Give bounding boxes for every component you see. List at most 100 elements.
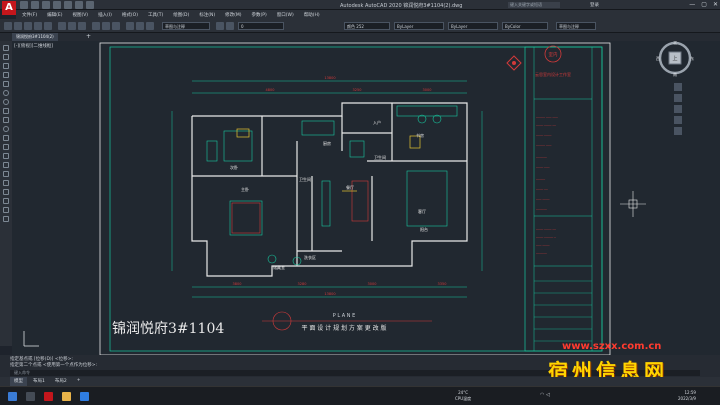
undo-icon[interactable]: [75, 1, 83, 9]
menu-view[interactable]: 视图(V): [72, 12, 88, 18]
workspace-switch-select[interactable]: 草图与注释: [556, 22, 596, 30]
gradient-icon[interactable]: [3, 180, 9, 186]
orbit-icon[interactable]: [674, 116, 682, 124]
menu-format[interactable]: 格式(O): [122, 12, 138, 18]
system-clock[interactable]: 12:59 2022/3/9: [678, 390, 696, 402]
plot-icon[interactable]: [64, 1, 72, 9]
redo-icon[interactable]: [86, 1, 94, 9]
region-icon[interactable]: [3, 189, 9, 195]
tab-layout1[interactable]: 布局1: [29, 377, 49, 386]
layer-properties-icon[interactable]: [216, 22, 224, 30]
layer-select[interactable]: 0: [238, 22, 284, 30]
redo-icon[interactable]: [112, 22, 120, 30]
showmotion-icon[interactable]: [674, 127, 682, 135]
svg-text:──────: ──────: [535, 252, 547, 256]
preview-icon[interactable]: [44, 22, 52, 30]
viewcube-top[interactable]: 上: [672, 55, 677, 62]
ellipse-icon[interactable]: [3, 126, 9, 132]
viewcube-west[interactable]: 西: [656, 56, 660, 61]
arc-icon[interactable]: [3, 90, 9, 96]
volume-icon[interactable]: ◁: [546, 392, 550, 398]
construction-line-icon[interactable]: [3, 54, 9, 60]
tab-layout2[interactable]: 布局2: [51, 377, 71, 386]
make-block-icon[interactable]: [3, 153, 9, 159]
workspace-select[interactable]: 草图与注释: [162, 22, 210, 30]
add-layout-button[interactable]: +: [73, 377, 85, 386]
copy-icon[interactable]: [68, 22, 76, 30]
zoom-extents-icon[interactable]: [674, 105, 682, 113]
menu-window[interactable]: 窗口(W): [277, 12, 294, 18]
undo-icon[interactable]: [102, 22, 110, 30]
menu-modify[interactable]: 修改(M): [225, 12, 241, 18]
rectangle-icon[interactable]: [3, 81, 9, 87]
full-navigation-wheel-icon[interactable]: [674, 83, 682, 91]
layer-state-icon[interactable]: [226, 22, 234, 30]
viewcube[interactable]: 上 北 南 东 西: [655, 41, 695, 78]
insert-block-icon[interactable]: [3, 144, 9, 150]
pan-icon[interactable]: [674, 94, 682, 102]
pan-icon[interactable]: [126, 22, 134, 30]
zoom-window-icon[interactable]: [146, 22, 154, 30]
room-kitchen: 厨房: [323, 140, 331, 146]
browser-icon[interactable]: [80, 392, 89, 401]
file-explorer-icon[interactable]: [62, 392, 71, 401]
zoom-icon[interactable]: [136, 22, 144, 30]
system-tray[interactable]: ◠ ◁: [540, 392, 550, 398]
lineweight-select[interactable]: ByLayer: [448, 22, 498, 30]
spline-icon[interactable]: [3, 117, 9, 123]
new-icon[interactable]: [4, 22, 12, 30]
minimize-button[interactable]: —: [689, 1, 695, 8]
draw-tool-palette: [0, 41, 12, 346]
sign-in-link[interactable]: 登录: [590, 2, 599, 8]
network-icon[interactable]: ◠: [540, 392, 544, 398]
color-select[interactable]: 颜色 252: [344, 22, 390, 30]
viewcube-south[interactable]: 南: [673, 71, 677, 77]
match-properties-icon[interactable]: [92, 22, 100, 30]
open-icon[interactable]: [31, 1, 39, 9]
ellipse-arc-icon[interactable]: [3, 135, 9, 141]
viewcube-north[interactable]: 北: [673, 41, 677, 45]
menu-tools[interactable]: 工具(T): [148, 12, 163, 18]
tab-document[interactable]: 锦润悦府3#1104(2): [12, 33, 58, 41]
menu-parametric[interactable]: 参数(P): [252, 12, 267, 18]
cut-icon[interactable]: [58, 22, 66, 30]
linetype-select[interactable]: ByLayer: [394, 22, 444, 30]
new-tab-button[interactable]: +: [86, 33, 91, 41]
menu-help[interactable]: 帮助(H): [304, 12, 320, 18]
autocad-taskbar-icon[interactable]: [44, 392, 53, 401]
menu-edit[interactable]: 编辑(E): [47, 12, 62, 18]
save-as-icon[interactable]: [53, 1, 61, 9]
circle-icon[interactable]: [3, 99, 9, 105]
close-button[interactable]: ✕: [713, 1, 718, 8]
point-icon[interactable]: [3, 162, 9, 168]
maximize-button[interactable]: ▢: [701, 1, 707, 8]
print-icon[interactable]: [34, 22, 42, 30]
task-view-icon[interactable]: [26, 392, 35, 401]
save-icon[interactable]: [42, 1, 50, 9]
save-icon[interactable]: [24, 22, 32, 30]
weather-widget[interactable]: 24°C CPU温度: [455, 390, 471, 402]
drawing-canvas[interactable]: [-][俯视][二维线框] ───── ─── ─── ──── ──── ── …: [12, 41, 720, 355]
polyline-icon[interactable]: [3, 63, 9, 69]
search-input[interactable]: 键入关键字或短语: [508, 2, 560, 8]
menu-dimension[interactable]: 标注(N): [199, 12, 215, 18]
windows-start-icon[interactable]: [8, 392, 17, 401]
table-icon[interactable]: [3, 198, 9, 204]
hatch-icon[interactable]: [3, 171, 9, 177]
line-tool-icon[interactable]: [3, 45, 9, 51]
autocad-logo[interactable]: A: [2, 1, 16, 15]
menu-insert[interactable]: 插入(I): [98, 12, 112, 18]
menu-file[interactable]: 文件(F): [22, 12, 37, 18]
revision-cloud-icon[interactable]: [3, 108, 9, 114]
open-icon[interactable]: [14, 22, 22, 30]
plotstyle-select[interactable]: ByColor: [502, 22, 548, 30]
menu-draw[interactable]: 绘图(D): [173, 12, 189, 18]
svg-text:──────: ──────: [535, 156, 547, 160]
viewcube-east[interactable]: 东: [690, 55, 694, 61]
tab-model[interactable]: 模型: [10, 377, 27, 386]
polygon-icon[interactable]: [3, 72, 9, 78]
paste-icon[interactable]: [78, 22, 86, 30]
multiline-text-icon[interactable]: [3, 207, 9, 213]
new-icon[interactable]: [20, 1, 28, 9]
add-selected-icon[interactable]: [3, 216, 9, 222]
